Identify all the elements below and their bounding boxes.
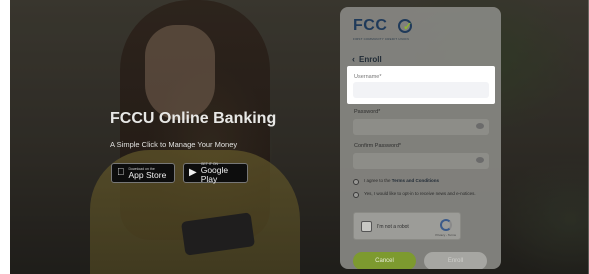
marketing-text: Yes, I would like to opt-in to receive n… bbox=[364, 191, 476, 196]
recaptcha-checkbox[interactable] bbox=[361, 221, 372, 232]
google-play-label: Google Play bbox=[200, 165, 229, 184]
back-button[interactable]: ‹ Enroll bbox=[352, 54, 382, 64]
username-label: Username* bbox=[354, 74, 382, 80]
username-focus-box: Username* bbox=[347, 66, 495, 104]
left-margin bbox=[0, 0, 10, 274]
recaptcha-label: I'm not a robot bbox=[377, 224, 409, 230]
confirm-password-field[interactable] bbox=[353, 153, 489, 169]
logo-check-icon: ✓ bbox=[403, 21, 413, 33]
terms-link[interactable]: Terms and Conditions bbox=[392, 178, 439, 183]
cancel-button[interactable]: Cancel bbox=[353, 252, 416, 269]
confirm-password-label: Confirm Password* bbox=[354, 143, 402, 149]
marketing-radio[interactable] bbox=[353, 192, 359, 198]
fccu-logo: FCC ✓ FIRST COMMUNITY CREDIT UNION bbox=[353, 17, 433, 41]
apple-icon:  bbox=[117, 168, 125, 178]
recaptcha-widget[interactable]: I'm not a robot Privacy - Terms bbox=[353, 212, 461, 240]
chevron-left-icon: ‹ bbox=[352, 54, 355, 64]
enroll-panel: FCC ✓ FIRST COMMUNITY CREDIT UNION ‹ Enr… bbox=[340, 7, 501, 269]
recaptcha-icon bbox=[440, 219, 452, 231]
logo-tagline: FIRST COMMUNITY CREDIT UNION bbox=[353, 37, 409, 41]
page: FCCU Online Banking A Simple Click to Ma… bbox=[0, 0, 589, 274]
password-field[interactable] bbox=[353, 119, 489, 135]
terms-row[interactable]: I agree to the Terms and Conditions bbox=[353, 178, 489, 185]
dark-overlay bbox=[10, 0, 589, 274]
enroll-button[interactable]: Enroll bbox=[424, 252, 487, 269]
recaptcha-privacy[interactable]: Privacy - Terms bbox=[435, 233, 456, 237]
eye-icon[interactable] bbox=[476, 123, 484, 129]
logo-text: FCC bbox=[353, 17, 388, 34]
app-store-label: App Store bbox=[121, 169, 167, 180]
hero-title: FCCU Online Banking bbox=[110, 110, 277, 127]
play-icon: ▶ bbox=[189, 167, 197, 178]
google-play-button[interactable]: ▶ GET IT ON Google Play bbox=[183, 162, 248, 184]
app-store-text: Download on the App Store bbox=[129, 167, 167, 180]
google-play-text: GET IT ON Google Play bbox=[201, 162, 242, 184]
app-store-button[interactable]:  Download on the App Store bbox=[111, 163, 175, 183]
terms-text: I agree to the Terms and Conditions bbox=[364, 178, 439, 184]
back-label: Enroll bbox=[359, 54, 382, 64]
hero-subtitle: A Simple Click to Manage Your Money bbox=[110, 140, 238, 149]
eye-icon[interactable] bbox=[476, 157, 484, 163]
terms-prefix: I agree to the bbox=[364, 178, 391, 183]
username-input[interactable] bbox=[353, 82, 489, 98]
marketing-row[interactable]: Yes, I would like to opt-in to receive n… bbox=[353, 191, 489, 198]
password-label: Password* bbox=[354, 109, 381, 115]
terms-radio[interactable] bbox=[353, 179, 359, 185]
